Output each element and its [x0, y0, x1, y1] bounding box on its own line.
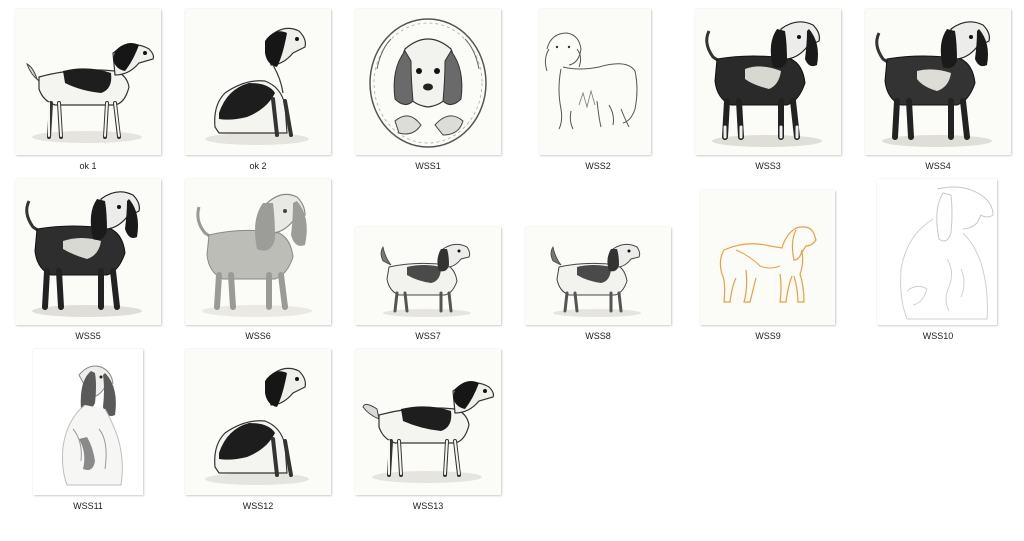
file-name: WSS4: [925, 161, 951, 171]
file-item[interactable]: WSS12: [173, 343, 343, 513]
dog-image: [369, 18, 487, 148]
dog-image: [205, 27, 309, 145]
file-item[interactable]: ok 1: [3, 3, 173, 173]
image-thumbnail[interactable]: [355, 9, 501, 155]
file-item[interactable]: WSS7: [343, 173, 513, 343]
image-thumbnail[interactable]: [355, 227, 501, 325]
file-item[interactable]: ok 2: [173, 3, 343, 173]
file-item[interactable]: WSS5: [3, 173, 173, 343]
file-name: WSS11: [73, 501, 103, 511]
file-item[interactable]: WSS9: [683, 173, 853, 343]
dog-image: [900, 186, 994, 320]
file-name: WSS1: [415, 161, 441, 171]
dog-image: [62, 365, 123, 486]
file-name: WSS13: [412, 501, 444, 511]
image-thumbnail[interactable]: [865, 9, 1011, 155]
dog-image: [544, 32, 638, 130]
dog-image: [26, 43, 155, 143]
image-thumbnail[interactable]: [185, 349, 331, 495]
file-item[interactable]: WSS1: [343, 3, 513, 173]
image-thumbnail[interactable]: [539, 9, 651, 155]
file-name: ok 2: [249, 161, 267, 171]
dog-image: [25, 191, 142, 317]
file-item[interactable]: WSS6: [173, 173, 343, 343]
file-item[interactable]: WSS4: [853, 3, 1023, 173]
dog-image: [705, 21, 822, 147]
image-thumbnail[interactable]: [525, 227, 671, 325]
image-thumbnail[interactable]: [185, 9, 331, 155]
image-thumbnail[interactable]: [695, 9, 841, 155]
image-thumbnail[interactable]: [877, 179, 997, 325]
file-name: ok 1: [79, 161, 97, 171]
image-thumbnail[interactable]: [700, 190, 835, 325]
file-name: WSS2: [585, 161, 611, 171]
file-name: WSS12: [242, 501, 274, 511]
dog-image: [380, 243, 471, 317]
file-item[interactable]: WSS2: [513, 3, 683, 173]
file-item[interactable]: WSS3: [683, 3, 853, 173]
file-name: WSS10: [922, 331, 954, 341]
file-name: WSS6: [245, 331, 271, 341]
file-item[interactable]: WSS8: [513, 173, 683, 343]
file-name: WSS7: [415, 331, 441, 341]
dog-image: [550, 243, 641, 317]
file-name: WSS5: [75, 331, 101, 341]
file-item[interactable]: WSS11: [3, 343, 173, 513]
image-thumbnail[interactable]: [33, 349, 143, 495]
image-thumbnail[interactable]: [185, 179, 331, 325]
dog-image: [719, 226, 817, 303]
file-item[interactable]: WSS10: [853, 173, 1023, 343]
file-name: WSS8: [585, 331, 611, 341]
image-thumbnail[interactable]: [15, 179, 161, 325]
dog-image: [875, 21, 992, 147]
dog-image: [205, 367, 309, 485]
file-name: WSS3: [755, 161, 781, 171]
dog-image: [196, 193, 312, 317]
file-name: WSS9: [755, 331, 781, 341]
image-thumbnail[interactable]: [15, 9, 161, 155]
dog-image: [362, 381, 495, 483]
image-thumbnail[interactable]: [355, 349, 501, 495]
file-item[interactable]: WSS13: [343, 343, 513, 513]
